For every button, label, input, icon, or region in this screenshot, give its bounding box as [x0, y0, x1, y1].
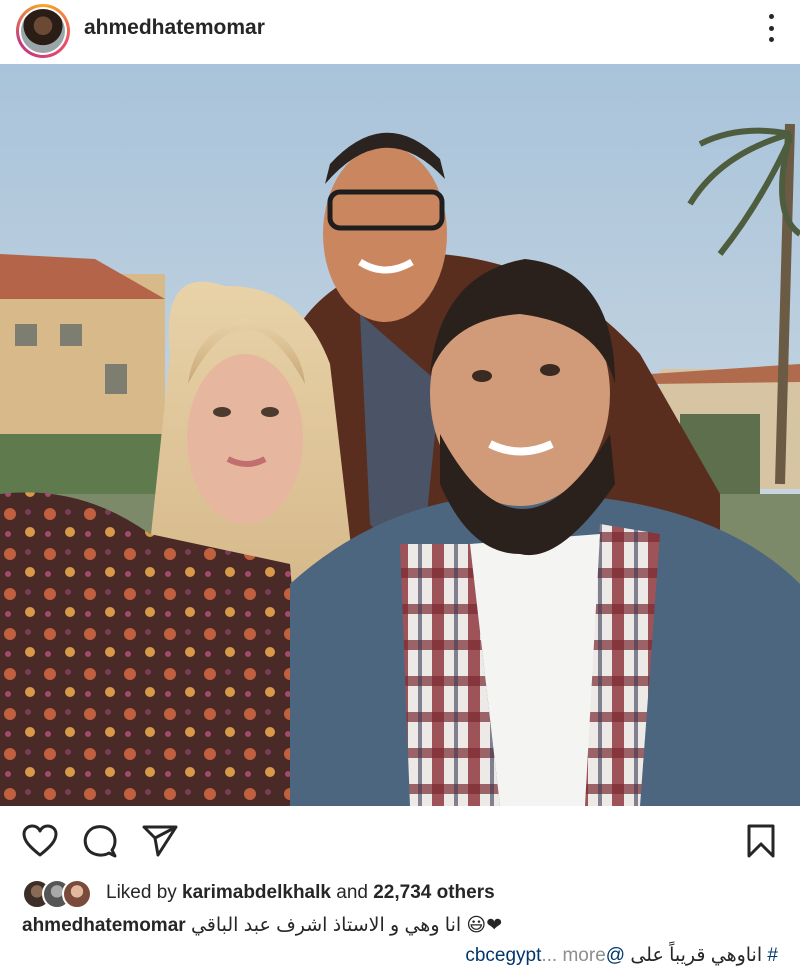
at-sign: @	[605, 945, 626, 966]
hashtag-mark[interactable]: #	[767, 945, 778, 966]
bookmark-icon[interactable]	[746, 824, 776, 863]
post-actions	[0, 820, 800, 868]
caption-username[interactable]: ahmedhatemomar	[22, 915, 186, 936]
more-options-icon[interactable]	[766, 14, 776, 42]
liker-avatars[interactable]	[22, 879, 94, 909]
first-liker[interactable]: karimabdelkhalk	[182, 882, 331, 903]
paper-plane-icon[interactable]	[142, 824, 178, 863]
post-header: ahmedhatemomar	[0, 0, 800, 64]
comment-bubble-icon[interactable]	[82, 824, 118, 863]
avatar[interactable]	[21, 9, 65, 53]
more-link[interactable]: ... more	[541, 945, 605, 966]
caption-arabic-tail: اناوهي قريباً على	[630, 945, 768, 966]
selfie-image	[0, 64, 800, 806]
mention-link[interactable]: cbcegypt	[465, 945, 541, 966]
caption-text: انا وهي و الاستاذ اشرف عبد الباقي 😃❤	[190, 915, 503, 936]
heart-outline-icon[interactable]	[22, 824, 58, 863]
post-photo[interactable]	[0, 64, 800, 806]
caption: ahmedhatemomar انا وهي و الاستاذ اشرف عب…	[22, 914, 778, 937]
post-username[interactable]: ahmedhatemomar	[84, 16, 265, 40]
avatar	[62, 879, 92, 909]
likes-count[interactable]: 22,734 others	[373, 882, 494, 903]
story-ring[interactable]	[16, 4, 70, 58]
likes-summary[interactable]: Liked by karimabdelkhalk and 22,734 othe…	[106, 882, 495, 904]
caption-line-2: cbcegypt... more@ اناوهي قريباً على #	[465, 944, 778, 967]
likes-row: Liked by karimabdelkhalk and 22,734 othe…	[22, 878, 495, 909]
